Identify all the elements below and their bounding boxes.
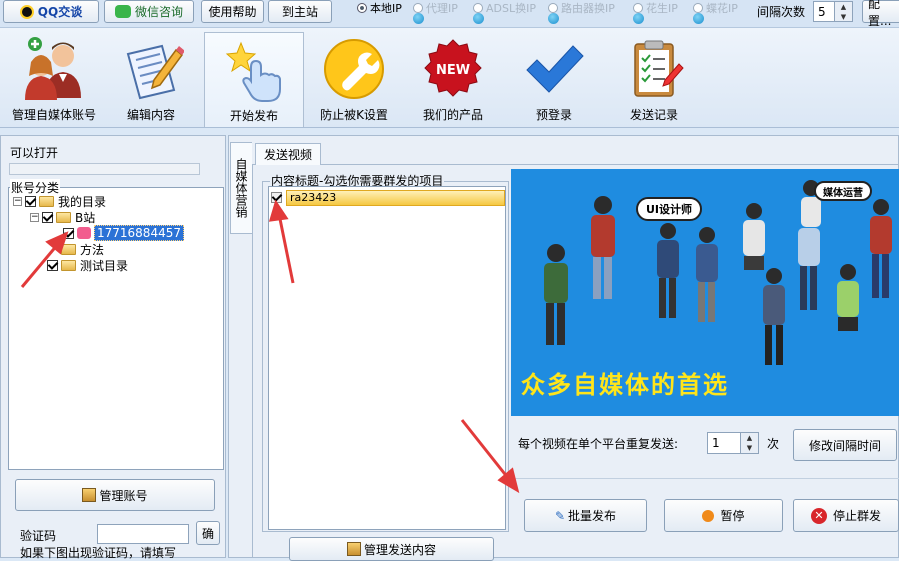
annotation-arrows — [20, 199, 520, 494]
annotation-arrowhead — [45, 231, 69, 255]
annotation-arrow — [460, 419, 510, 479]
annotation-arrowhead — [268, 199, 289, 222]
annotation-arrow — [20, 243, 60, 288]
annotation-arrow — [277, 213, 295, 284]
